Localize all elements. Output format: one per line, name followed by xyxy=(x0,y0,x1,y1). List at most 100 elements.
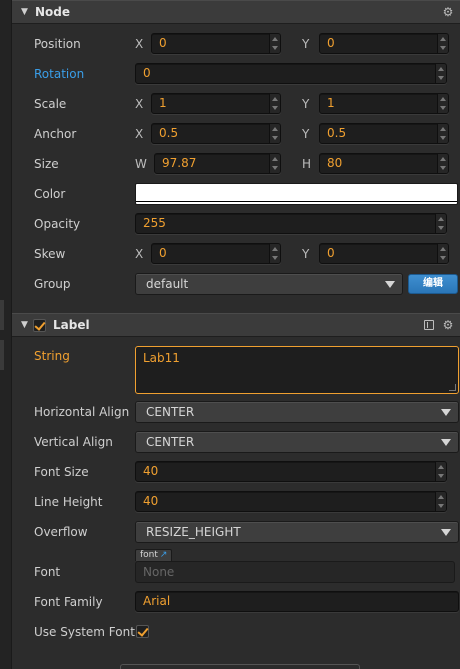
anchor-x-value: 0.5 xyxy=(159,126,179,140)
label-section-header[interactable]: ▼ Label ⚙ xyxy=(12,313,460,337)
rotation-label: Rotation xyxy=(34,67,85,81)
group-row: Group default 编辑 xyxy=(12,269,460,299)
spinner-icon[interactable] xyxy=(269,244,280,263)
color-picker-swatch[interactable] xyxy=(135,183,458,205)
font-asset-tag[interactable]: font ↗ xyxy=(135,549,173,561)
opacity-input[interactable]: 255 xyxy=(135,213,447,234)
spinner-icon[interactable] xyxy=(435,64,446,83)
spinner-icon[interactable] xyxy=(269,124,280,143)
axis-x-label: X xyxy=(135,37,144,51)
overflow-value: RESIZE_HEIGHT xyxy=(146,525,241,539)
position-row: Position X 0 Y 0 xyxy=(12,29,460,59)
anchor-label: Anchor xyxy=(34,127,77,141)
edit-group-button[interactable]: 编辑 xyxy=(408,274,458,294)
skew-x-value: 0 xyxy=(159,246,167,260)
gear-icon[interactable]: ⚙ xyxy=(442,6,454,18)
dropdown-arrow-icon xyxy=(385,281,395,288)
anchor-row: Anchor X 0.5 Y 0.5 xyxy=(12,119,460,149)
size-h-value: 80 xyxy=(327,156,343,170)
anchor-y-input[interactable]: 0.5 xyxy=(319,123,449,144)
spinner-icon[interactable] xyxy=(435,462,446,481)
spinner-icon[interactable] xyxy=(437,124,448,143)
axis-y-label: Y xyxy=(302,127,310,141)
rotation-value: 0 xyxy=(143,66,151,80)
vertical-align-label: Vertical Align xyxy=(34,435,113,449)
spinner-icon[interactable] xyxy=(269,34,280,53)
overflow-row: Overflow RESIZE_HEIGHT xyxy=(12,517,460,547)
font-asset-field[interactable]: None xyxy=(135,561,455,583)
axis-w-label: W xyxy=(135,157,147,171)
spinner-icon[interactable] xyxy=(437,154,448,173)
position-x-input[interactable]: 0 xyxy=(151,33,281,54)
line-height-value: 40 xyxy=(143,494,159,508)
position-y-input[interactable]: 0 xyxy=(319,33,449,54)
left-edge-bar xyxy=(0,0,12,669)
font-size-row: Font Size 40 xyxy=(12,457,460,487)
string-textarea[interactable]: Lab11 xyxy=(135,346,459,394)
font-family-row: Font Family Arial xyxy=(12,587,460,617)
spinner-icon[interactable] xyxy=(269,154,280,173)
size-h-input[interactable]: 80 xyxy=(319,153,449,174)
vertical-align-value: CENTER xyxy=(146,435,195,449)
group-select[interactable]: default xyxy=(135,273,403,295)
collapse-caret-icon[interactable]: ▼ xyxy=(21,320,33,330)
node-section-header[interactable]: ▼ Node ⚙ xyxy=(12,0,460,24)
scale-row: Scale X 1 Y 1 xyxy=(12,89,460,119)
spinner-icon[interactable] xyxy=(437,244,448,263)
size-w-value: 97.87 xyxy=(162,156,197,170)
string-label: String xyxy=(34,349,70,363)
font-family-label: Font Family xyxy=(34,595,103,609)
skew-y-input[interactable]: 0 xyxy=(319,243,449,264)
font-size-input[interactable]: 40 xyxy=(135,461,447,482)
component-enabled-checkbox[interactable] xyxy=(33,318,46,332)
scale-x-input[interactable]: 1 xyxy=(151,93,281,114)
section-title: Node xyxy=(35,5,71,19)
skew-y-value: 0 xyxy=(327,246,335,260)
rotation-row: Rotation 0 xyxy=(12,59,460,89)
scale-label: Scale xyxy=(34,97,67,111)
use-system-font-label: Use System Font xyxy=(34,625,135,639)
line-height-input[interactable]: 40 xyxy=(135,491,447,512)
overflow-select[interactable]: RESIZE_HEIGHT xyxy=(135,521,459,543)
rotation-input[interactable]: 0 xyxy=(135,63,447,84)
font-size-value: 40 xyxy=(143,464,159,478)
spinner-icon[interactable] xyxy=(437,94,448,113)
use-system-font-checkbox[interactable] xyxy=(136,625,149,638)
spinner-icon[interactable] xyxy=(435,214,446,233)
spinner-icon[interactable] xyxy=(435,492,446,511)
size-label: Size xyxy=(34,157,59,171)
gear-icon[interactable]: ⚙ xyxy=(442,319,454,331)
overflow-label: Overflow xyxy=(34,525,88,539)
dropdown-arrow-icon xyxy=(441,409,451,416)
spinner-icon[interactable] xyxy=(437,34,448,53)
size-w-input[interactable]: 97.87 xyxy=(154,153,281,174)
opacity-row: Opacity 255 xyxy=(12,209,460,239)
vertical-align-select[interactable]: CENTER xyxy=(135,431,459,453)
color-label: Color xyxy=(34,187,66,201)
axis-h-label: H xyxy=(302,157,312,171)
horizontal-align-select[interactable]: CENTER xyxy=(135,401,459,423)
scroll-mark xyxy=(0,300,4,330)
external-link-icon[interactable]: ↗ xyxy=(160,550,168,560)
font-label: Font xyxy=(34,565,61,579)
line-height-row: Line Height 40 xyxy=(12,487,460,517)
book-icon[interactable] xyxy=(424,320,434,330)
collapse-caret-icon[interactable]: ▼ xyxy=(21,7,33,17)
spinner-icon[interactable] xyxy=(269,94,280,113)
font-family-input[interactable]: Arial xyxy=(135,591,459,612)
scale-y-input[interactable]: 1 xyxy=(319,93,449,114)
section-title: Label xyxy=(53,318,90,332)
dropdown-arrow-icon xyxy=(441,529,451,536)
string-value: Lab11 xyxy=(143,351,180,365)
axis-y-label: Y xyxy=(302,97,310,111)
opacity-value: 255 xyxy=(143,216,166,230)
dropdown-arrow-icon xyxy=(441,439,451,446)
add-component-button-edge[interactable] xyxy=(120,664,360,669)
vertical-align-row: Vertical Align CENTER xyxy=(12,427,460,457)
position-label: Position xyxy=(34,37,81,51)
scale-x-value: 1 xyxy=(159,96,167,110)
anchor-x-input[interactable]: 0.5 xyxy=(151,123,281,144)
skew-x-input[interactable]: 0 xyxy=(151,243,281,264)
resize-grip-icon[interactable] xyxy=(449,384,456,391)
axis-y-label: Y xyxy=(302,247,310,261)
